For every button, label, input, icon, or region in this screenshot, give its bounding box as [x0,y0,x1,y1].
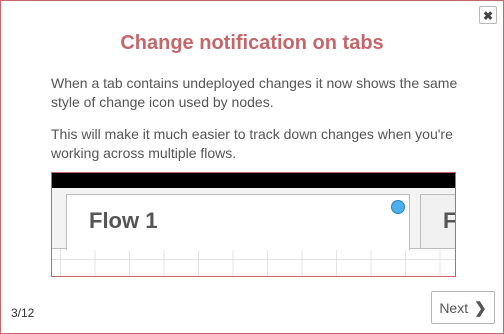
next-button[interactable]: Next ❯ [431,291,495,324]
close-icon: ✖ [482,9,494,23]
close-button[interactable]: ✖ [479,6,497,24]
description-paragraph-2: This will make it much easier to track d… [51,126,453,161]
change-indicator-icon [391,200,405,214]
preview-tab-label: Flow 1 [89,208,158,233]
page-counter: 3/12 [11,306,35,320]
tour-dialog: ✖ Change notification on tabs When a tab… [0,0,504,334]
dialog-title: Change notification on tabs [120,32,384,54]
preview-tab-flow-1: Flow 1 [66,194,410,250]
description-paragraph-1: When a tab contains undeployed changes i… [51,75,458,110]
preview-tab-next-label: F [443,208,456,233]
preview-header-bar [52,173,455,188]
preview-tab-next: F [420,194,456,248]
feature-preview-image: Flow 1 F [51,172,456,277]
chevron-right-icon: ❯ [474,299,487,317]
preview-workspace-grid [52,249,455,276]
next-button-label: Next [439,299,469,316]
